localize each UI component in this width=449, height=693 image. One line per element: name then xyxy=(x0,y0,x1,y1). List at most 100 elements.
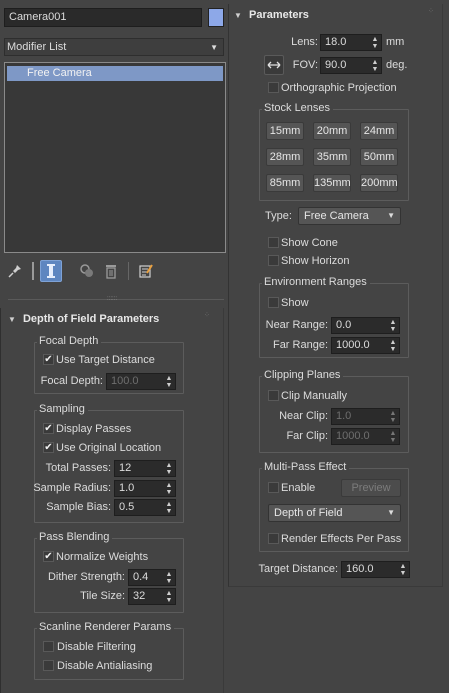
lens-20mm-button[interactable]: 20mm xyxy=(313,122,351,140)
spinner-arrows-icon[interactable]: ▲ ▼ xyxy=(389,318,397,333)
disable-filtering-label: Disable Filtering xyxy=(57,641,136,653)
object-name-field[interactable]: Camera001 xyxy=(4,8,202,27)
lens-200mm-button[interactable]: 200mm xyxy=(360,174,398,192)
type-label: Type: xyxy=(265,210,292,222)
lens-135mm-button[interactable]: 135mm xyxy=(313,174,351,192)
tile-size-value: 32 xyxy=(133,590,146,602)
disable-filtering-checkbox[interactable] xyxy=(43,641,54,652)
modifier-list-dropdown[interactable]: Modifier List ▼ xyxy=(4,38,224,56)
total-passes-spinner[interactable]: 12 ▲ ▼ xyxy=(114,460,176,477)
env-show-label: Show xyxy=(281,297,309,309)
clip-manually-checkbox[interactable] xyxy=(268,390,279,401)
spinner-arrows-icon[interactable]: ▲ ▼ xyxy=(165,461,173,476)
lens-value: 18.0 xyxy=(325,36,347,48)
multipass-effect-dropdown[interactable]: Depth of Field ▼ xyxy=(268,504,401,522)
spinner-arrows-icon[interactable]: ▲ ▼ xyxy=(165,570,173,585)
focal-depth-value: 100.0 xyxy=(111,375,139,387)
near-clip-label: Near Clip: xyxy=(279,410,328,422)
env-show-checkbox[interactable] xyxy=(268,297,279,308)
dof-rollout-title: Depth of Field Parameters xyxy=(22,313,160,325)
far-range-spinner[interactable]: 1000.0 ▲ ▼ xyxy=(331,337,400,354)
chevron-down-icon: ▼ xyxy=(387,211,395,220)
focal-depth-spinner[interactable]: 100.0 ▲ ▼ xyxy=(106,373,176,390)
stack-item-label: Free Camera xyxy=(27,67,92,79)
lens-15mm-button[interactable]: 15mm xyxy=(266,122,304,140)
camera-type-dropdown[interactable]: Free Camera ▼ xyxy=(298,207,401,225)
total-passes-value: 12 xyxy=(119,462,132,474)
render-effects-per-pass-checkbox[interactable] xyxy=(268,533,279,544)
spinner-arrows-icon[interactable]: ▲ ▼ xyxy=(371,35,379,50)
fov-spinner[interactable]: 90.0 ▲ ▼ xyxy=(320,57,382,74)
spinner-arrows-icon[interactable]: ▲ ▼ xyxy=(165,481,173,496)
display-passes-checkbox[interactable]: ✔ xyxy=(43,423,54,434)
spinner-arrows-icon[interactable]: ▲ ▼ xyxy=(165,500,173,515)
disable-antialiasing-checkbox[interactable] xyxy=(43,660,54,671)
disable-antialiasing-label: Disable Antialiasing xyxy=(57,660,153,672)
sample-radius-spinner[interactable]: 1.0 ▲ ▼ xyxy=(114,480,176,497)
orthographic-checkbox[interactable] xyxy=(268,82,279,93)
focal-depth-group-title: Focal Depth xyxy=(37,335,102,348)
make-unique-icon[interactable] xyxy=(79,263,95,279)
lens-unit: mm xyxy=(386,36,405,48)
show-horizon-checkbox[interactable] xyxy=(268,255,279,266)
focal-depth-label: Focal Depth: xyxy=(40,375,103,387)
multipass-enable-checkbox[interactable] xyxy=(268,482,279,493)
remove-modifier-icon[interactable] xyxy=(104,263,118,279)
sample-radius-value: 1.0 xyxy=(119,482,135,494)
spinner-arrows-icon[interactable]: ▲ ▼ xyxy=(389,409,397,424)
dither-strength-spinner[interactable]: 0.4 ▲ ▼ xyxy=(128,569,176,586)
far-clip-spinner[interactable]: 1000.0 ▲ ▼ xyxy=(331,428,400,445)
fov-unit: deg. xyxy=(386,59,408,71)
rollout-grip-icon[interactable]: ⁘ xyxy=(204,312,210,319)
use-original-location-checkbox[interactable]: ✔ xyxy=(43,442,54,453)
dof-rollout-header[interactable]: ▼ Depth of Field Parameters xyxy=(8,313,159,325)
chevron-down-icon: ▼ xyxy=(210,43,218,52)
orthographic-label: Orthographic Projection xyxy=(281,82,397,94)
target-distance-spinner[interactable]: 160.0 ▲ ▼ xyxy=(341,561,410,578)
spinner-arrows-icon[interactable]: ▲ ▼ xyxy=(399,562,407,577)
lens-35mm-button[interactable]: 35mm xyxy=(313,148,351,166)
preview-button[interactable]: Preview xyxy=(341,479,401,497)
lens-28mm-button[interactable]: 28mm xyxy=(266,148,304,166)
spinner-arrows-icon[interactable]: ▲ ▼ xyxy=(389,338,397,353)
spinner-arrows-icon[interactable]: ▲ ▼ xyxy=(165,589,173,604)
normalize-weights-checkbox[interactable]: ✔ xyxy=(43,551,54,562)
sample-bias-label: Sample Bias: xyxy=(46,501,111,513)
show-cone-checkbox[interactable] xyxy=(268,237,279,248)
lens-24mm-button[interactable]: 24mm xyxy=(360,122,398,140)
near-clip-value: 1.0 xyxy=(336,410,352,422)
spinner-arrows-icon[interactable]: ▲ ▼ xyxy=(389,429,397,444)
use-target-distance-checkbox[interactable]: ✔ xyxy=(43,354,54,365)
rollout-grip-icon[interactable]: ⁘ xyxy=(428,8,434,15)
pin-stack-icon[interactable] xyxy=(8,264,22,278)
modifier-stack[interactable]: Free Camera xyxy=(4,62,226,253)
panel-divider-grip[interactable]: :::::: xyxy=(107,296,123,302)
configure-modifier-sets-icon[interactable] xyxy=(138,263,154,279)
camera-type-value: Free Camera xyxy=(304,210,369,222)
collapse-triangle-icon: ▼ xyxy=(234,11,242,20)
multipass-enable-label: Enable xyxy=(281,482,316,494)
lens-85mm-button[interactable]: 85mm xyxy=(266,174,304,192)
target-distance-label: Target Distance: xyxy=(258,563,338,575)
near-range-spinner[interactable]: 0.0 ▲ ▼ xyxy=(331,317,400,334)
sample-bias-spinner[interactable]: 0.5 ▲ ▼ xyxy=(114,499,176,516)
lens-spinner[interactable]: 18.0 ▲ ▼ xyxy=(320,34,382,51)
object-color-swatch[interactable] xyxy=(208,8,224,27)
spinner-arrows-icon[interactable]: ▲ ▼ xyxy=(371,58,379,73)
target-distance-value: 160.0 xyxy=(346,563,374,575)
rollout-left-edge xyxy=(0,308,1,693)
show-end-result-icon[interactable] xyxy=(40,260,62,282)
near-range-label: Near Range: xyxy=(265,319,328,331)
parameters-rollout-header[interactable]: ▼ Parameters xyxy=(234,9,309,21)
spinner-arrows-icon[interactable]: ▲ ▼ xyxy=(165,374,173,389)
lens-50mm-button[interactable]: 50mm xyxy=(360,148,398,166)
stack-item-free-camera[interactable]: Free Camera xyxy=(7,66,223,81)
render-effects-per-pass-label: Render Effects Per Pass xyxy=(281,533,402,545)
near-clip-spinner[interactable]: 1.0 ▲ ▼ xyxy=(331,408,400,425)
sample-bias-value: 0.5 xyxy=(119,501,135,513)
tile-size-spinner[interactable]: 32 ▲ ▼ xyxy=(128,588,176,605)
far-range-value: 1000.0 xyxy=(336,339,370,351)
clipping-planes-group-title: Clipping Planes xyxy=(262,369,344,382)
display-passes-label: Display Passes xyxy=(56,423,132,435)
lens-label: Lens: xyxy=(291,36,318,48)
